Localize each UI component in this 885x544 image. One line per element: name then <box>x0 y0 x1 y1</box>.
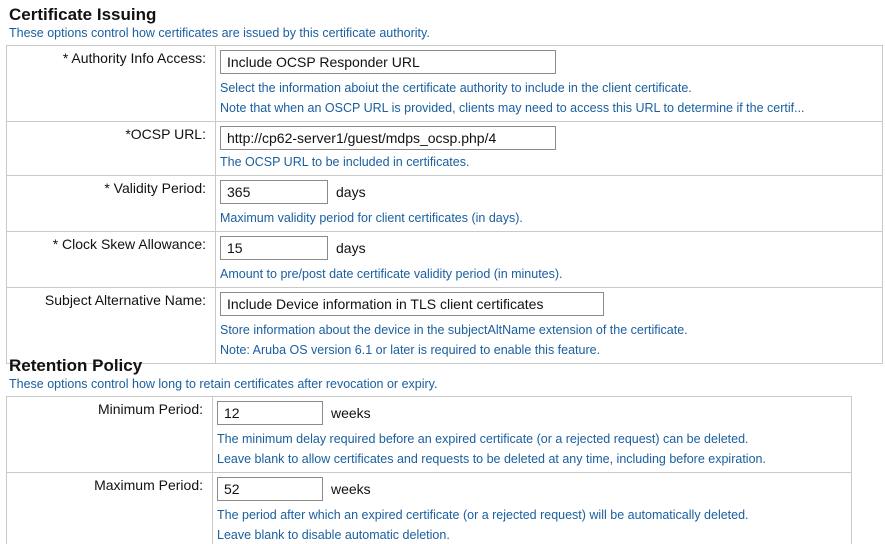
validity-period-input[interactable]: 365 <box>220 180 328 204</box>
maximum-period-input[interactable]: 52 <box>217 477 323 501</box>
subject-alt-name-label: Subject Alternative Name: <box>6 287 216 364</box>
minimum-period-input[interactable]: 12 <box>217 401 323 425</box>
subject-alt-name-row: Subject Alternative Name: Include Device… <box>6 287 883 364</box>
retention-policy-description: These options control how long to retain… <box>9 377 438 391</box>
validity-period-help: Maximum validity period for client certi… <box>220 211 523 225</box>
authority-info-access-field[interactable]: Include OCSP Responder URL <box>220 50 556 74</box>
minimum-period-row: Minimum Period: 12 weeks The minimum del… <box>6 396 852 473</box>
validity-period-row: * Validity Period: 365 days Maximum vali… <box>6 175 883 232</box>
authority-info-access-row: * Authority Info Access: Include OCSP Re… <box>6 45 883 122</box>
ocsp-url-row: *OCSP URL: http://cp62-server1/guest/mdp… <box>6 121 883 176</box>
retention-policy-form: Minimum Period: 12 weeks The minimum del… <box>6 396 852 544</box>
subject-alt-name-field[interactable]: Include Device information in TLS client… <box>220 292 604 316</box>
ocsp-url-input[interactable]: http://cp62-server1/guest/mdps_ocsp.php/… <box>220 126 556 150</box>
ocsp-url-label: *OCSP URL: <box>6 121 216 176</box>
minimum-period-note: Leave blank to allow certificates and re… <box>217 452 766 466</box>
retention-policy-title: Retention Policy <box>9 356 143 375</box>
clock-skew-input[interactable]: 15 <box>220 236 328 260</box>
clock-skew-row: * Clock Skew Allowance: 15 days Amount t… <box>6 231 883 288</box>
maximum-period-note: Leave blank to disable automatic deletio… <box>217 528 450 542</box>
ocsp-url-help: The OCSP URL to be included in certifica… <box>220 155 470 169</box>
validity-period-unit: days <box>336 184 366 200</box>
subject-alt-name-note: Note: Aruba OS version 6.1 or later is r… <box>220 343 601 357</box>
clock-skew-help: Amount to pre/post date certificate vali… <box>220 267 563 281</box>
maximum-period-help: The period after which an expired certif… <box>217 508 749 522</box>
authority-info-access-note: Note that when an OSCP URL is provided, … <box>220 101 805 115</box>
clock-skew-unit: days <box>336 240 366 256</box>
authority-info-access-help: Select the information aboiut the certif… <box>220 81 692 95</box>
maximum-period-label: Maximum Period: <box>6 472 213 544</box>
authority-info-access-label: * Authority Info Access: <box>6 45 216 122</box>
maximum-period-unit: weeks <box>331 481 371 497</box>
minimum-period-label: Minimum Period: <box>6 396 213 473</box>
minimum-period-unit: weeks <box>331 405 371 421</box>
minimum-period-help: The minimum delay required before an exp… <box>217 432 749 446</box>
subject-alt-name-help: Store information about the device in th… <box>220 323 688 337</box>
clock-skew-label: * Clock Skew Allowance: <box>6 231 216 288</box>
certificate-issuing-form: * Authority Info Access: Include OCSP Re… <box>6 45 883 364</box>
certificate-issuing-title: Certificate Issuing <box>9 5 157 24</box>
certificate-issuing-description: These options control how certificates a… <box>9 26 430 40</box>
validity-period-label: * Validity Period: <box>6 175 216 232</box>
maximum-period-row: Maximum Period: 52 weeks The period afte… <box>6 472 852 544</box>
